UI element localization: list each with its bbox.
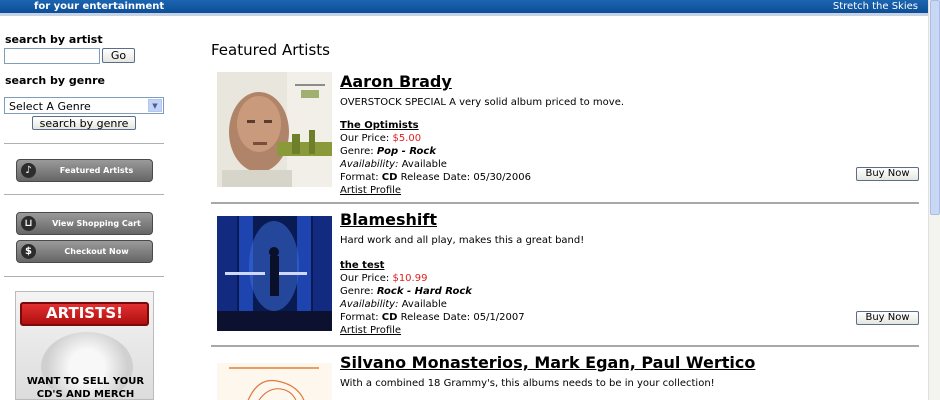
artist-blurb: OVERSTOCK SPECIAL A very solid album pri… [340,97,625,108]
artist-profile-link[interactable]: Artist Profile [340,325,401,336]
chevron-down-icon[interactable]: ▼ [148,99,162,112]
price-label: Our Price: [340,273,390,284]
artists-promo-banner[interactable]: ARTISTS! WANT TO SELL YOUR CD'S AND MERC… [15,291,154,400]
price-label: Our Price: [340,133,390,144]
shopping-cart-button-label: View Shopping Cart [52,219,141,228]
view-shopping-cart-button[interactable]: ⊔ View Shopping Cart [16,212,153,235]
promo-line-1: WANT TO SELL YOUR [26,376,145,387]
format-line: Format: CD Release Date: 05/30/2006 [340,172,531,183]
search-genre-label: search by genre [5,74,105,87]
format-line: Format: CD Release Date: 05/1/2007 [340,312,525,323]
availability-label: Availability: [340,159,399,170]
dollar-icon: $ [21,244,36,259]
search-by-genre-button[interactable]: search by genre [32,116,136,130]
album-title-link[interactable]: the test [340,260,384,271]
artist-name-link[interactable]: Silvano Monasterios, Mark Egan, Paul Wer… [340,353,755,372]
sidebar: search by artist Go search by genre Sele… [0,19,170,400]
go-button[interactable]: Go [102,48,135,63]
format-label: Format: [340,312,379,323]
search-artist-label: search by artist [5,33,103,46]
buy-now-button[interactable]: Buy Now [856,311,919,325]
release-date-label: Release Date: [400,312,471,323]
album-cover-image[interactable] [217,363,332,400]
top-banner: for your entertainment Stretch the Skies [0,0,928,16]
artist-card: Blameshift Hard work and all play, makes… [211,210,919,340]
genre-value: Pop - Rock [376,146,436,157]
genre-label: Genre: [340,286,374,297]
release-date-label: Release Date: [400,172,471,183]
promo-line-2: CD'S AND MERCH [36,389,135,400]
release-date-value: 05/30/2006 [473,172,531,183]
artist-name-link[interactable]: Aaron Brady [340,72,452,91]
artist-profile-link[interactable]: Artist Profile [340,185,401,196]
album-title-link[interactable]: The Optimists [340,120,419,131]
header-right-text: Stretch the Skies [832,1,918,12]
availability-value: Available [401,299,447,310]
buy-now-button[interactable]: Buy Now [856,167,919,181]
availability-line: Availability: Available [340,299,447,310]
divider [211,345,919,347]
genre-line: Genre: Pop - Rock [340,146,436,157]
artist-card: Aaron Brady OVERSTOCK SPECIAL A very sol… [211,72,919,196]
scrollbar-thumb[interactable] [930,0,940,215]
site-tagline: for your entertainment [34,1,165,12]
availability-value: Available [401,159,447,170]
genre-select[interactable]: Select A Genre ▼ [4,97,164,114]
album-cover-image[interactable] [217,72,332,187]
price-value: $10.99 [392,273,428,284]
artist-search-input[interactable] [4,48,100,64]
availability-label: Availability: [340,299,399,310]
price-line: Our Price: $10.99 [340,273,427,284]
release-date-value: 05/1/2007 [473,312,525,323]
price-line: Our Price: $5.00 [340,133,421,144]
checkout-now-button[interactable]: $ Checkout Now [16,240,153,263]
price-value: $5.00 [392,133,422,144]
microphone-icon: ♪ [21,163,36,178]
genre-label: Genre: [340,146,374,157]
album-cover-image[interactable] [217,216,332,331]
checkout-button-label: Checkout Now [64,247,129,256]
promo-title: ARTISTS! [20,302,149,326]
format-value: CD [381,172,398,183]
featured-artists-button[interactable]: ♪ Featured Artists [16,159,153,182]
format-label: Format: [340,172,379,183]
divider [211,202,919,204]
page-title: Featured Artists [211,41,330,59]
featured-artists-button-label: Featured Artists [59,166,134,175]
genre-line: Genre: Rock - Hard Rock [340,286,472,297]
format-value: CD [381,312,398,323]
divider [4,143,164,144]
artist-blurb: With a combined 18 Grammy's, this albums… [340,378,715,389]
genre-value: Rock - Hard Rock [376,286,472,297]
artist-card: Silvano Monasterios, Mark Egan, Paul Wer… [211,353,919,400]
artist-blurb: Hard work and all play, makes this a gre… [340,235,585,246]
artist-name-link[interactable]: Blameshift [340,210,437,229]
vertical-scrollbar[interactable] [928,0,940,400]
shopping-cart-icon: ⊔ [21,216,36,231]
divider [4,194,164,195]
divider [4,276,164,277]
genre-select-value: Select A Genre [9,100,91,113]
availability-line: Availability: Available [340,159,447,170]
